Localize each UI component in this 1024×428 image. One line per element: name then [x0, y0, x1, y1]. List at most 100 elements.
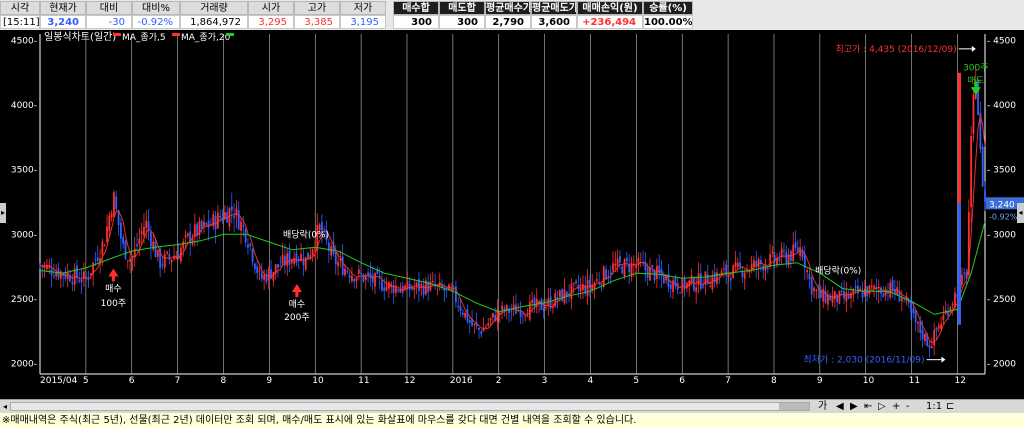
candle-body [753, 260, 755, 267]
range-bar-up [958, 72, 961, 204]
candle-body [244, 229, 247, 243]
candle-body [251, 249, 254, 263]
low-arrow-head [941, 356, 946, 363]
candle-body [854, 286, 857, 288]
scroll-tool-1[interactable]: ◀ [836, 400, 844, 413]
chart-scrollbar[interactable]: ◂ 가 ◀ ▶ ⇤ ▷ + - 1:1 ⊏ [0, 399, 1024, 413]
scroll-tool-6[interactable]: - [906, 400, 910, 413]
annotation: 매수 [289, 299, 306, 310]
candle-body [383, 287, 386, 291]
candle-body [154, 241, 157, 258]
candle-body [743, 272, 746, 279]
x-tick-label: 12 [404, 376, 415, 386]
candle-body [521, 313, 524, 315]
candle-body [150, 231, 152, 247]
candle-body [501, 305, 504, 311]
candle-body [156, 250, 159, 257]
candle-body [110, 213, 113, 218]
legend-swatch-ma5 [113, 33, 121, 36]
quote-value-5: 3,295 [248, 15, 294, 29]
annotation: 300주 [963, 63, 988, 74]
candle-body [861, 291, 864, 298]
candle-body [935, 327, 938, 331]
candle-body [734, 262, 737, 267]
scroll-tool-8[interactable]: ⊏ [946, 400, 954, 413]
scroll-tool-2[interactable]: ▶ [850, 400, 858, 413]
candle-body [709, 286, 711, 288]
candle-body [66, 272, 69, 280]
scroll-track[interactable] [10, 402, 810, 411]
candle-body [362, 274, 365, 282]
x-tick-label: 2016 [450, 376, 473, 386]
candle-body [491, 313, 494, 318]
candle-body [847, 294, 850, 299]
candle-body [621, 266, 624, 274]
candle-body [729, 278, 732, 281]
candle-body [635, 265, 638, 268]
candlestick-chart[interactable]: 2015/04 5 6 7 8 9 10 11 12 2016 2 3 4 5 6 7 8 9 10 11 12 2000… [0, 30, 1024, 398]
scroll-tool-4[interactable]: ▷ [878, 400, 886, 413]
candle-body [52, 275, 55, 277]
x-tick-label: 10 [863, 376, 875, 386]
legend-swatch-ma5b [172, 33, 180, 36]
scroll-tool-3[interactable]: ⇤ [864, 400, 872, 413]
candle-body [600, 283, 603, 286]
y-tick-label: 3500- [11, 166, 37, 176]
candle-body [669, 284, 672, 289]
candle-body [318, 224, 321, 230]
candle-body [981, 146, 984, 187]
candle-body [542, 307, 545, 311]
candle-body [464, 312, 467, 318]
scroll-tool-0[interactable]: 가 [818, 400, 827, 413]
candle-body [646, 267, 649, 278]
candle-body [253, 263, 256, 270]
candle-body [277, 263, 279, 268]
candle-body [806, 270, 808, 273]
candle-body [408, 283, 411, 290]
candle-body [794, 241, 797, 248]
candle-body [119, 222, 122, 239]
y-tick-label: 4000- [11, 101, 37, 111]
candle-body [766, 268, 769, 270]
annotation: 최저가 : 2,030 (2016/11/09) [803, 355, 924, 366]
chart-area[interactable]: 2015/04 5 6 7 8 9 10 11 12 2016 2 3 4 5 6 7 8 9 10 11 12 2000… [0, 30, 1024, 398]
candle-body [143, 226, 145, 236]
candle-body [140, 231, 143, 235]
scroll-thumb[interactable] [779, 403, 809, 410]
y-tick-label-right: - 3500 [987, 166, 1016, 176]
candle-body [917, 322, 919, 324]
candle-body [337, 262, 339, 267]
candle-body [295, 253, 298, 264]
candle-body [572, 282, 575, 285]
candle-body [468, 320, 471, 323]
left-panel-toggle[interactable]: ▸ [0, 203, 6, 223]
scroll-left-icon[interactable]: ◂ [0, 401, 10, 412]
candle-body [963, 272, 966, 274]
buy-marker-icon [108, 268, 119, 277]
candle-body [625, 257, 628, 262]
candle-body [101, 241, 104, 255]
candle-body [921, 329, 924, 340]
candle-body [263, 274, 266, 280]
candle-body [136, 244, 138, 247]
candle-body [219, 215, 222, 218]
x-tick-label: 12 [954, 376, 965, 386]
candle-body [341, 256, 344, 275]
candle-body [346, 270, 349, 273]
right-panel-toggle[interactable]: ◂ [1017, 203, 1024, 223]
candle-body [184, 235, 187, 238]
quote-value-10: 2,790 [485, 15, 531, 29]
scroll-tool-7[interactable]: 1:1 [926, 400, 942, 413]
candle-body [526, 315, 529, 317]
candle-body [695, 287, 698, 293]
scroll-tool-5[interactable]: + [892, 400, 900, 413]
candle-body [595, 279, 598, 282]
candle-body [489, 318, 492, 320]
quote-value-11: 3,600 [531, 15, 577, 29]
candle-body [545, 306, 547, 308]
candle-body [868, 285, 871, 294]
quote-header-1: 현재가 [40, 1, 86, 15]
candle-body [699, 273, 702, 289]
x-tick-label: 10 [312, 376, 324, 386]
buy-marker-stem [295, 292, 299, 297]
